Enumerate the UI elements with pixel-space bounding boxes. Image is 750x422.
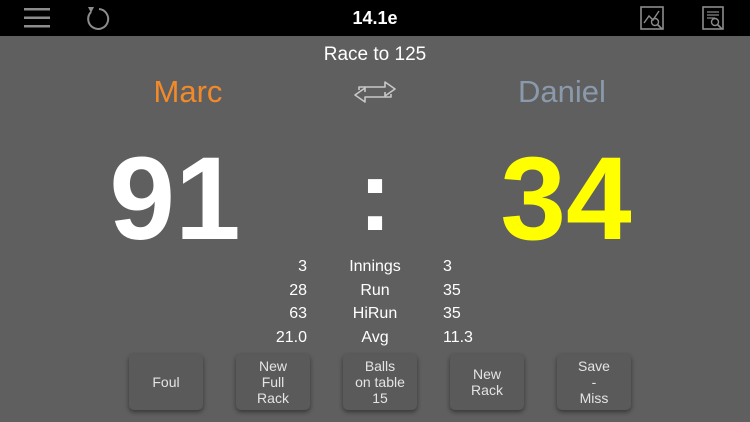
player-left-name[interactable]: Marc — [88, 74, 288, 110]
chart-magnifier-icon — [640, 6, 664, 30]
chart-button[interactable] — [636, 3, 668, 33]
swap-players-button[interactable] — [351, 78, 399, 106]
foul-button[interactable]: Foul — [129, 354, 203, 410]
stat-right-value: 3 — [443, 258, 452, 275]
stat-label: Innings — [349, 258, 401, 275]
stat-label: Avg — [361, 328, 389, 346]
balls-on-table-button[interactable]: Balls on table 15 — [343, 354, 417, 410]
player-right-score: 34 — [500, 133, 632, 265]
stat-left-value: 63 — [289, 305, 307, 322]
stat-row-avg: 21.0 Avg 11.3 — [0, 326, 750, 350]
new-full-rack-button[interactable]: New Full Rack — [236, 354, 310, 410]
stat-right-value: 11.3 — [443, 328, 473, 346]
new-rack-button[interactable]: New Rack — [450, 354, 524, 410]
top-bar: 14.1e — [0, 0, 750, 36]
player-right-name[interactable]: Daniel — [462, 74, 662, 110]
stat-row-run: 28 Run 35 — [0, 279, 750, 303]
stat-row-hirun: 63 HiRun 35 — [0, 302, 750, 326]
stat-left-value: 3 — [298, 258, 307, 275]
race-target-label: Race to 125 — [323, 44, 427, 65]
stat-right-value: 35 — [443, 281, 461, 299]
stats-table: 3 Innings 3 28 Run 35 63 HiRun 35 21.0 A… — [0, 255, 750, 349]
stat-row-innings: 3 Innings 3 — [0, 255, 750, 279]
report-button[interactable] — [697, 3, 729, 33]
score-separator: : — [358, 140, 392, 252]
stat-left-value: 21.0 — [275, 328, 307, 346]
swap-arrows-icon — [354, 81, 396, 103]
stat-label: HiRun — [352, 305, 398, 322]
stat-label: Run — [360, 281, 390, 299]
stat-right-value: 35 — [443, 305, 461, 322]
stat-left-value: 28 — [289, 281, 307, 299]
save-miss-button[interactable]: Save - Miss — [557, 354, 631, 410]
document-search-icon — [702, 6, 724, 30]
player-left-score: 91 — [109, 133, 241, 265]
